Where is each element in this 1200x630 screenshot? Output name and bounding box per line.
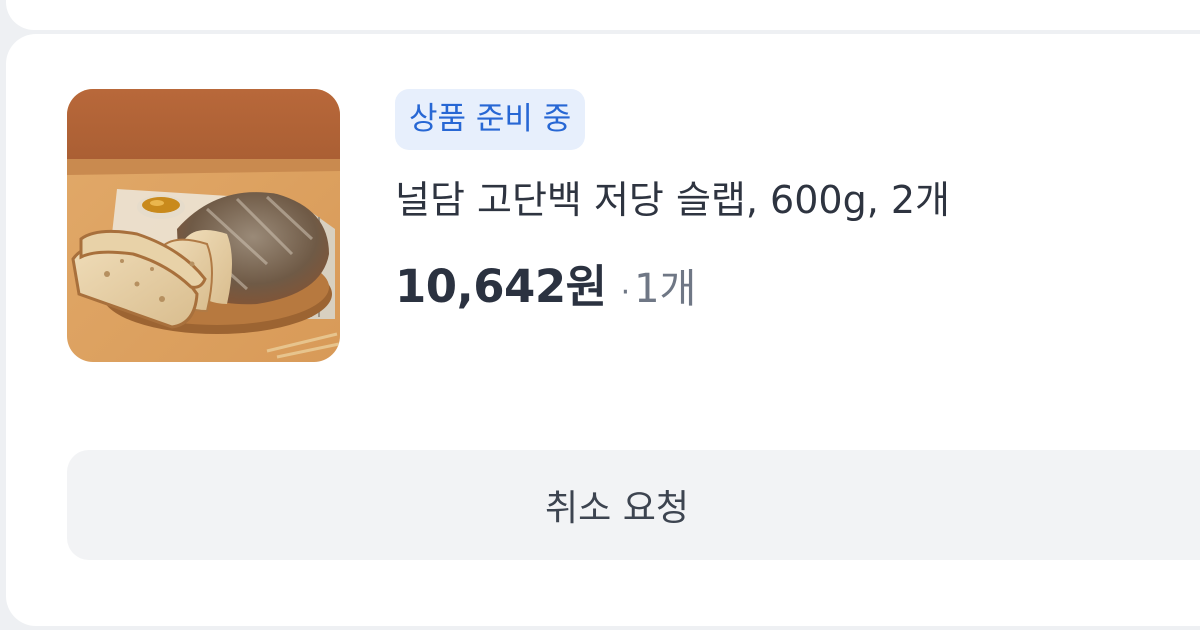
price-row: 10,642원 · 1개 — [395, 250, 696, 314]
order-item-card: 상품 준비 중 널담 고단백 저당 슬랩, 600g, 2개 10,642원 ·… — [6, 34, 1200, 626]
price-amount: 10,642원 — [395, 260, 607, 313]
cancel-request-button[interactable]: 취소 요청 — [67, 450, 1200, 560]
order-status-badge: 상품 준비 중 — [395, 89, 586, 150]
product-name[interactable]: 널담 고단백 저당 슬랩, 600g, 2개 — [395, 174, 950, 226]
product-image[interactable] — [67, 89, 340, 362]
separator-dot: · — [620, 275, 631, 310]
previous-card-bottom — [6, 0, 1200, 30]
item-quantity: 1개 — [634, 266, 697, 312]
